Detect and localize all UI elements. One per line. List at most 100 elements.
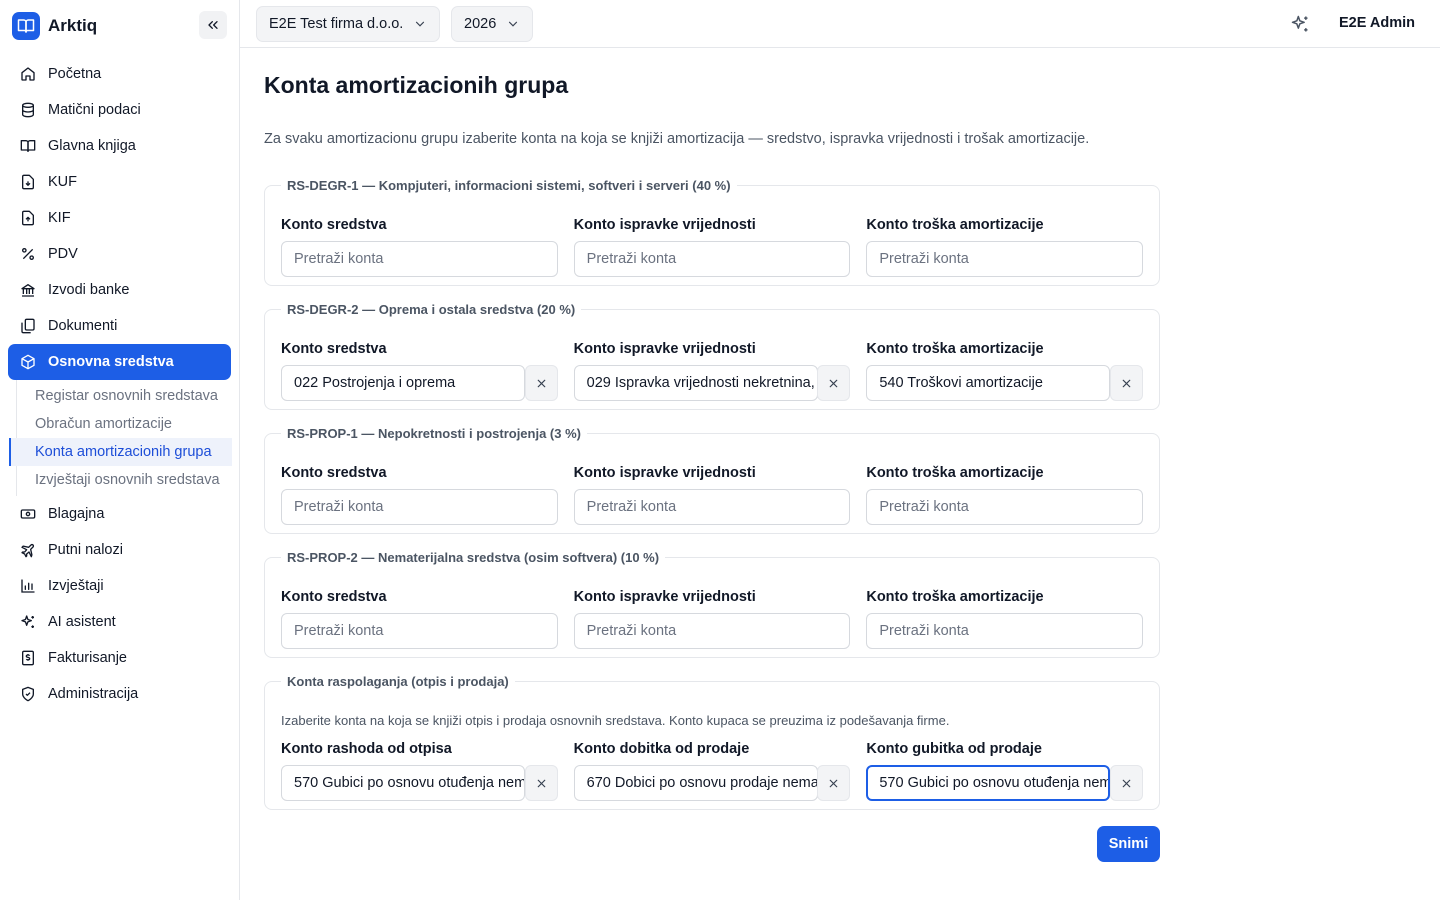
field-label: Konto ispravke vrijednosti [573, 465, 756, 481]
account-search-input[interactable]: Pretraži konta [281, 489, 558, 525]
clear-button[interactable] [817, 365, 851, 401]
field-konto-sredstva: Konto sredstva Pretraži konta [281, 217, 558, 277]
field-label: Konto troška amortizacije [866, 589, 1044, 605]
account-select-input[interactable]: 029 Ispravka vrijednosti nekretnina, pos… [573, 365, 818, 401]
group-title: RS-DEGR-2 — Oprema i ostala sredstva (20… [287, 302, 576, 317]
field-label: Konto dobitka od prodaje [573, 741, 750, 757]
sparkle-icon [20, 614, 36, 630]
field-label: Konto troška amortizacije [866, 217, 1044, 233]
subnav-item-obracun-amortizacije[interactable]: Obračun amortizacije [9, 410, 232, 438]
group-rs-degr-2: RS-DEGR-2 — Oprema i ostala sredstva (20… [264, 302, 1160, 410]
nav-item-ai-asistent[interactable]: AI asistent [8, 604, 231, 640]
field-label: Konto sredstva [281, 465, 387, 481]
nav-label: Matični podaci [48, 102, 141, 118]
field-konto-gubitka-prodaje: Konto gubitka od prodaje 570 Gubici po o… [866, 741, 1144, 801]
clear-button[interactable] [817, 765, 851, 801]
file-upload-icon [20, 210, 36, 226]
subnav-item-izvjestaji-osnovnih-sredstava[interactable]: Izvještaji osnovnih sredstava [9, 466, 232, 494]
account-search-input[interactable]: Pretraži konta [866, 613, 1144, 649]
nav-item-putni-nalozi[interactable]: Putni nalozi [8, 532, 231, 568]
chevron-down-icon [506, 17, 520, 31]
documents-icon [20, 318, 36, 334]
account-search-input[interactable]: Pretraži konta [573, 241, 851, 277]
account-select-input[interactable]: 670 Dobici po osnovu prodaje nematerijal… [573, 765, 818, 801]
ai-sparkle-icon[interactable] [1290, 14, 1310, 34]
field-label: Konto troška amortizacije [866, 341, 1044, 357]
field-label: Konto ispravke vrijednosti [573, 217, 756, 233]
clear-button[interactable] [524, 365, 558, 401]
nav-item-kuf[interactable]: KUF [8, 164, 231, 200]
subnav-item-registar[interactable]: Registar osnovnih sredstava [9, 382, 232, 410]
invoice-icon [20, 650, 36, 666]
page-description: Za svaku amortizacionu grupu izaberite k… [264, 131, 1090, 147]
clear-button[interactable] [1110, 765, 1144, 801]
field-konto-sredstva: Konto sredstva 022 Postrojenja i oprema [281, 341, 558, 401]
shield-icon [20, 686, 36, 702]
book-icon [20, 138, 36, 154]
account-select-input[interactable]: 570 Gubici po osnovu otuđenja nematerija… [866, 765, 1111, 801]
year-select-value: 2026 [464, 16, 497, 32]
nav-label: PDV [48, 246, 78, 262]
group-rs-prop-1: RS-PROP-1 — Nepokretnosti i postrojenja … [264, 426, 1160, 534]
account-search-input[interactable]: Pretraži konta [281, 241, 558, 277]
nav-label: KIF [48, 210, 71, 226]
field-konto-troska: Konto troška amortizacije 540 Troškovi a… [866, 341, 1144, 401]
book-open-logo-icon [12, 12, 40, 40]
field-konto-ispravke: Konto ispravke vrijednosti 029 Ispravka … [573, 341, 851, 401]
subnav-osnovna-sredstva: Registar osnovnih sredstava Obračun amor… [9, 380, 232, 496]
field-label: Konto sredstva [281, 217, 387, 233]
clear-button[interactable] [524, 765, 558, 801]
save-button[interactable]: Snimi [1097, 826, 1160, 862]
account-search-input[interactable]: Pretraži konta [281, 613, 558, 649]
field-konto-dobitka-prodaje: Konto dobitka od prodaje 670 Dobici po o… [573, 741, 851, 801]
field-konto-troska: Konto troška amortizacije Pretraži konta [866, 217, 1144, 277]
clear-button[interactable] [1110, 365, 1144, 401]
bank-icon [20, 282, 36, 298]
account-select-input[interactable]: 570 Gubici po osnovu otuđenja nematerija… [281, 765, 525, 801]
field-konto-sredstva: Konto sredstva Pretraži konta [281, 465, 558, 525]
nav-item-glavna-knjiga[interactable]: Glavna knjiga [8, 128, 231, 164]
field-konto-troska: Konto troška amortizacije Pretraži konta [866, 465, 1144, 525]
company-select[interactable]: E2E Test firma d.o.o. [256, 6, 441, 42]
nav-item-fakturisanje[interactable]: Fakturisanje [8, 640, 231, 676]
nav-label: Blagajna [48, 506, 105, 522]
field-label: Konto sredstva [281, 341, 387, 357]
chevron-down-icon [413, 17, 427, 31]
close-icon [829, 379, 838, 387]
nav-item-maticni-podaci[interactable]: Matični podaci [8, 92, 231, 128]
nav-item-izvodi-banke[interactable]: Izvodi banke [8, 272, 231, 308]
year-select[interactable]: 2026 [451, 6, 534, 42]
nav-item-blagajna[interactable]: Blagajna [8, 496, 231, 532]
close-icon [1122, 779, 1131, 787]
subnav-item-konta-amortizacionih-grupa[interactable]: Konta amortizacionih grupa [9, 438, 232, 466]
nav-label: Početna [48, 66, 102, 82]
nav-item-administracija[interactable]: Administracija [8, 676, 231, 712]
group-fields: Konto rashoda od otpisa 570 Gubici po os… [281, 741, 1144, 801]
nav-label: Izvodi banke [48, 282, 130, 298]
account-search-input[interactable]: Pretraži konta [866, 241, 1144, 277]
account-search-input[interactable]: Pretraži konta [866, 489, 1144, 525]
account-search-input[interactable]: Pretraži konta [573, 613, 851, 649]
file-download-icon [20, 174, 36, 190]
close-icon [829, 779, 838, 787]
bar-chart-icon [20, 578, 36, 594]
account-search-input[interactable]: Pretraži konta [573, 489, 851, 525]
group-fields: Konto sredstva Pretraži konta Konto ispr… [281, 217, 1144, 277]
nav-item-pdv[interactable]: PDV [8, 236, 231, 272]
collapse-sidebar-button[interactable] [199, 11, 227, 39]
nav-item-osnovna-sredstva[interactable]: Osnovna sredstva [8, 344, 231, 380]
account-select-input[interactable]: 540 Troškovi amortizacije [866, 365, 1111, 401]
group-title: Konta raspolaganja (otpis i prodaja) [287, 674, 509, 689]
nav-item-pocetna[interactable]: Početna [8, 56, 231, 92]
brand[interactable]: Arktiq [12, 12, 97, 40]
field-label: Konto ispravke vrijednosti [573, 341, 756, 357]
nav-item-izvjestaji[interactable]: Izvještaji [8, 568, 231, 604]
field-label: Konto ispravke vrijednosti [573, 589, 756, 605]
nav-item-dokumenti[interactable]: Dokumenti [8, 308, 231, 344]
group-title: RS-PROP-2 — Nematerijalna sredstva (osim… [287, 550, 660, 565]
nav-label: Osnovna sredstva [48, 354, 174, 370]
user-menu[interactable]: E2E Admin [1339, 15, 1415, 31]
field-label: Konto gubitka od prodaje [866, 741, 1042, 757]
nav-item-kif[interactable]: KIF [8, 200, 231, 236]
account-select-input[interactable]: 022 Postrojenja i oprema [281, 365, 525, 401]
